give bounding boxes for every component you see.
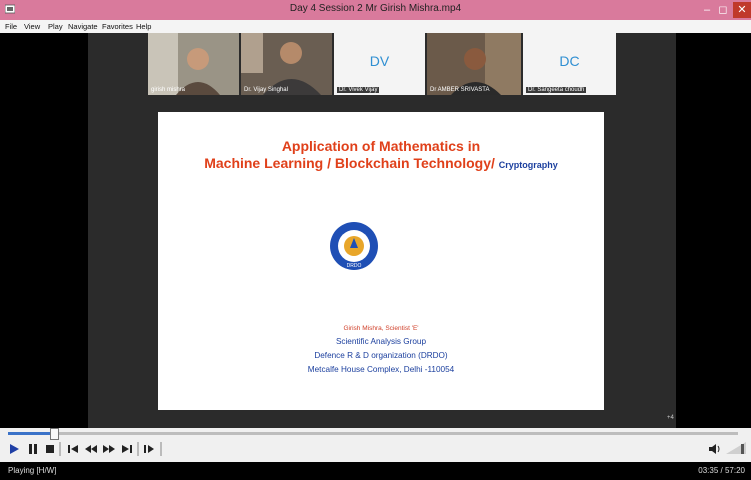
slide-title-crypto: Cryptography — [498, 160, 558, 170]
playback-status: Playing [H/W] — [8, 466, 57, 475]
close-button[interactable]: ✕ — [733, 2, 751, 18]
participant-tile: DV Dr. Vivek Vijay — [334, 33, 425, 95]
stop-icon[interactable] — [44, 442, 56, 456]
presentation-slide: Application of Mathematics in Machine Le… — [158, 112, 604, 410]
slide-author: Girish Mishra, Scientist 'E' — [343, 325, 419, 332]
participant-tile: Dr. Vijay Singhal — [241, 33, 332, 95]
participant-name: Dr AMBER SRIVASTA — [430, 87, 490, 93]
participant-tile: girish mishra — [148, 33, 239, 95]
participant-tile: Dr AMBER SRIVASTA — [427, 33, 521, 95]
menu-help[interactable]: Help — [136, 22, 151, 31]
seek-bar[interactable] — [8, 432, 738, 435]
participant-video — [427, 33, 521, 95]
maximize-button[interactable]: ◻ — [716, 2, 730, 18]
controls-divider — [160, 442, 162, 456]
menu-favorites[interactable]: Favorites — [102, 22, 133, 31]
fast-forward-icon[interactable] — [102, 442, 116, 456]
drdo-emblem-icon: DRDO — [330, 222, 378, 270]
menu-play[interactable]: Play — [48, 22, 63, 31]
play-icon[interactable] — [8, 442, 20, 456]
pause-icon[interactable] — [27, 442, 39, 456]
window-title: Day 4 Session 2 Mr Girish Mishra.mp4 — [289, 3, 462, 14]
rewind-icon[interactable] — [84, 442, 98, 456]
participant-name: Dr. Vijay Singhal — [244, 87, 288, 93]
volume-slider[interactable] — [726, 440, 746, 456]
seek-progress — [8, 432, 54, 435]
participant-name: Dr. Sangeeta choudh — [526, 87, 587, 93]
slide-title-main: Machine Learning / Blockchain Technology… — [204, 155, 495, 171]
slide-org: Defence R & D organization (DRDO) — [314, 351, 448, 360]
participant-initials: DC — [559, 53, 580, 69]
slide-title-line2: Machine Learning / Blockchain Technology… — [158, 155, 604, 171]
menu-view[interactable]: View — [24, 22, 40, 31]
participant-name: girish mishra — [151, 87, 186, 93]
previous-icon[interactable] — [66, 442, 80, 456]
menu-file[interactable]: File — [5, 22, 17, 31]
player-controls — [0, 428, 751, 462]
window-titlebar: Day 4 Session 2 Mr Girish Mishra.mp4 – ◻… — [0, 0, 751, 20]
participant-tile: DC Dr. Sangeeta choudh — [523, 33, 616, 95]
seek-handle[interactable] — [49, 428, 59, 440]
overflow-count: +4 — [667, 415, 674, 421]
controls-divider — [59, 442, 61, 456]
controls-divider — [137, 442, 139, 456]
participant-name: Dr. Vivek Vijay — [337, 87, 380, 93]
speaker-icon[interactable] — [708, 442, 722, 456]
frame-step-icon[interactable] — [142, 442, 156, 456]
participant-video — [241, 33, 332, 95]
minimize-button[interactable]: – — [700, 2, 714, 18]
playback-time: 03:35 / 57:20 — [698, 466, 745, 475]
slide-group: Scientific Analysis Group — [335, 337, 427, 346]
emblem-text: DRDO — [347, 263, 362, 269]
participant-video — [148, 33, 239, 95]
participant-initials: DV — [369, 53, 390, 69]
status-bar: Playing [H/W] 03:35 / 57:20 — [0, 462, 751, 480]
slide-address: Metcalfe House Complex, Delhi -110054 — [307, 365, 455, 374]
next-icon[interactable] — [120, 442, 134, 456]
menu-navigate[interactable]: Navigate — [68, 22, 98, 31]
slide-title-line1: Application of Mathematics in — [281, 138, 481, 154]
menu-bar: File View Play Navigate Favorites Help — [0, 20, 751, 33]
